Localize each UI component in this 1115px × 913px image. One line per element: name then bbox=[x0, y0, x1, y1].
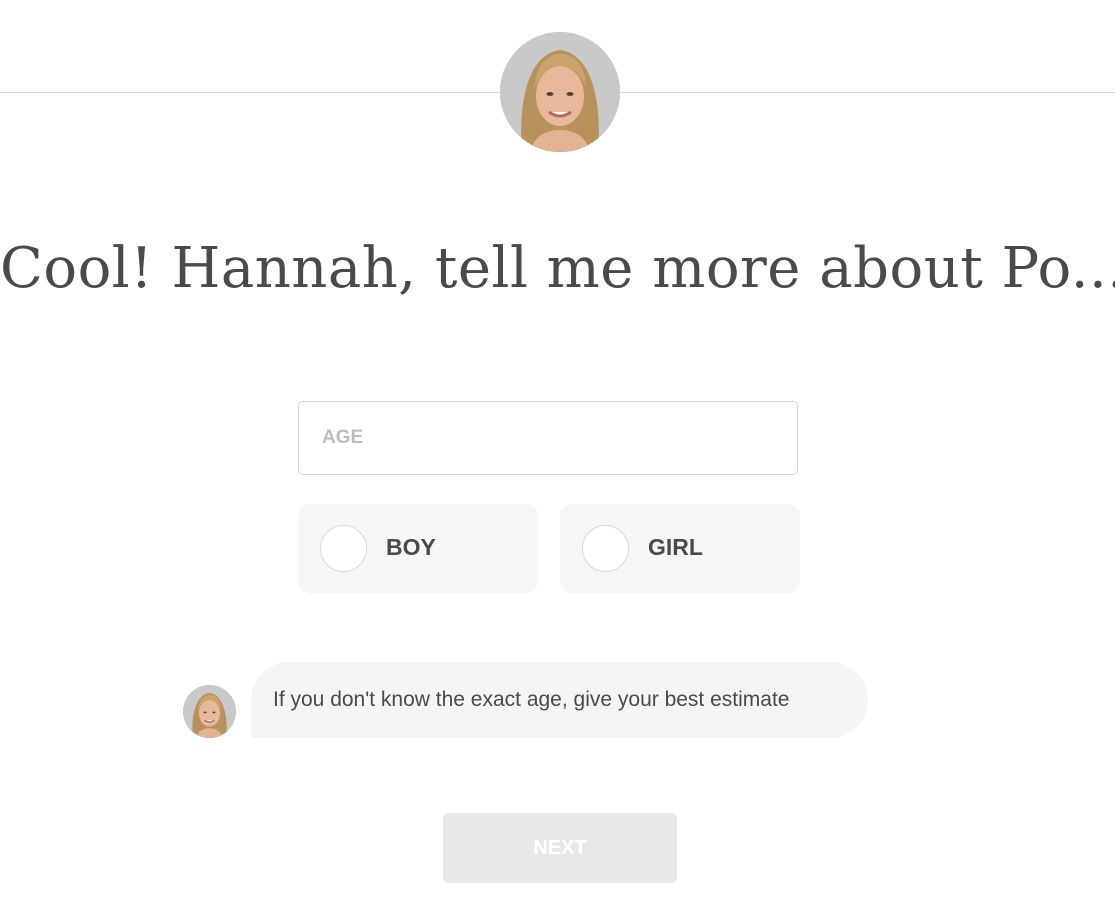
hint-bubble: If you don't know the exact age, give yo… bbox=[251, 662, 868, 738]
girl-radio[interactable] bbox=[582, 525, 629, 572]
gender-option-girl[interactable]: GIRL bbox=[560, 504, 800, 593]
avatar-photo-icon bbox=[183, 685, 236, 738]
boy-radio[interactable] bbox=[320, 525, 367, 572]
age-input[interactable] bbox=[299, 402, 797, 474]
assistant-avatar bbox=[500, 32, 620, 152]
gender-option-boy[interactable]: BOY bbox=[298, 504, 538, 593]
age-field[interactable] bbox=[298, 401, 798, 475]
boy-label: BOY bbox=[386, 534, 436, 560]
page-title: Cool! Hannah, tell me more about Po... bbox=[0, 236, 1115, 301]
avatar-photo-icon bbox=[500, 32, 620, 152]
girl-label: GIRL bbox=[648, 534, 703, 560]
assistant-avatar-small bbox=[183, 685, 236, 738]
next-button[interactable]: NEXT bbox=[443, 813, 677, 883]
